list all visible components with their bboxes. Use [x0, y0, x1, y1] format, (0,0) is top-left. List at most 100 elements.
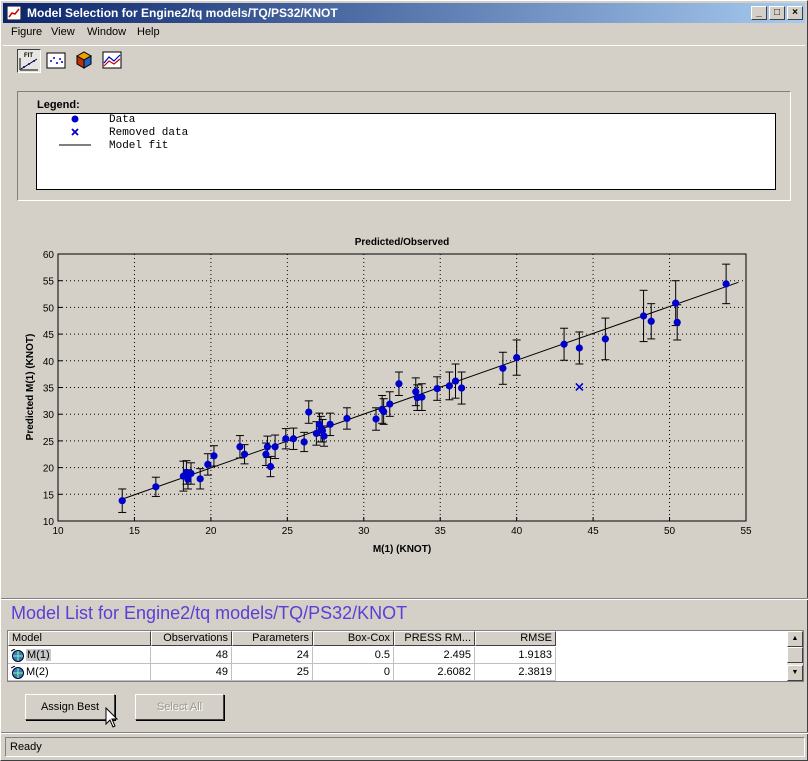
- column-header-press-rmse[interactable]: PRESS RM...: [394, 631, 475, 646]
- fit-tool-button[interactable]: FIT: [17, 49, 41, 73]
- maximize-button[interactable]: □: [769, 6, 785, 20]
- model-name: M(2): [26, 666, 49, 678]
- data-point: [210, 452, 218, 460]
- press-rmse-cell: 2.495: [394, 647, 475, 664]
- x-tick-label: 55: [740, 526, 752, 537]
- model-table: Model Observations Parameters Box-Cox PR…: [7, 630, 804, 682]
- data-point: [672, 299, 680, 307]
- cube-tool-button[interactable]: [73, 49, 97, 73]
- scroll-thumb[interactable]: [787, 647, 803, 663]
- y-tick-label: 15: [43, 490, 55, 501]
- x-tick-label: 20: [205, 526, 217, 537]
- data-point: [289, 435, 298, 443]
- data-point: [722, 280, 730, 288]
- data-point: [263, 443, 272, 451]
- cross-section-tool-button[interactable]: [101, 49, 125, 73]
- legend-label: Data: [109, 114, 136, 126]
- data-point: [458, 384, 466, 392]
- divider: [1, 598, 808, 600]
- observations-cell: 48: [151, 647, 232, 664]
- x-axis-label: M(1) (KNOT): [373, 544, 431, 555]
- chart-title: Predicted/Observed: [355, 237, 449, 248]
- y-tick-label: 45: [43, 330, 55, 341]
- y-tick-label: 55: [43, 277, 55, 288]
- status-bar: Ready: [5, 737, 805, 757]
- data-point: [647, 317, 655, 325]
- data-point: [499, 364, 507, 372]
- scroll-up-button[interactable]: ▲: [787, 631, 803, 647]
- model-cell[interactable]: M(2): [8, 664, 151, 681]
- legend-box: Data Removed data Model fit: [36, 113, 776, 190]
- data-point: [305, 408, 313, 416]
- column-header-observations[interactable]: Observations: [151, 631, 232, 646]
- data-point: [282, 435, 290, 443]
- data-point: [271, 443, 279, 451]
- menu-figure[interactable]: Figure: [11, 26, 42, 38]
- application-window: Model Selection for Engine2/tq models/TQ…: [0, 0, 808, 761]
- data-point: [152, 483, 160, 491]
- x-tick-label: 50: [664, 526, 676, 537]
- select-all-button[interactable]: Select All: [135, 694, 224, 720]
- menu-help[interactable]: Help: [137, 26, 160, 38]
- rmse-cell: 1.9183: [475, 647, 556, 664]
- data-point: [418, 393, 426, 401]
- fit-tool-icon: FIT: [19, 53, 38, 71]
- y-tick-label: 40: [43, 357, 55, 368]
- data-point: [601, 335, 609, 343]
- data-point: [673, 318, 681, 326]
- status-text: Ready: [10, 741, 42, 753]
- rmse-cell: 2.3819: [475, 664, 556, 681]
- vertical-scrollbar[interactable]: ▲ ▼: [787, 631, 803, 681]
- scroll-down-button[interactable]: ▼: [787, 665, 803, 681]
- column-header-box-cox[interactable]: Box-Cox: [313, 631, 394, 646]
- x-tick-label: 40: [511, 526, 523, 537]
- data-point: [451, 377, 460, 385]
- assign-best-button[interactable]: Assign Best: [25, 694, 115, 720]
- data-point: [395, 380, 403, 388]
- close-button[interactable]: ×: [787, 6, 803, 20]
- data-point: [320, 432, 328, 440]
- y-tick-label: 35: [43, 384, 55, 395]
- window-title: Model Selection for Engine2/tq models/TQ…: [27, 6, 338, 20]
- menu-window[interactable]: Window: [87, 26, 126, 38]
- legend-item-removed: Removed data: [57, 127, 357, 140]
- legend-label: Removed data: [109, 127, 189, 139]
- y-tick-label: 60: [43, 250, 55, 261]
- parameters-cell: 25: [232, 664, 313, 681]
- residuals-tool-icon: [46, 52, 66, 69]
- title-bar[interactable]: Model Selection for Engine2/tq models/TQ…: [3, 3, 805, 23]
- observations-cell: 49: [151, 664, 232, 681]
- close-icon: ×: [792, 7, 798, 18]
- column-header-model[interactable]: Model: [8, 631, 151, 646]
- column-header-rmse[interactable]: RMSE: [475, 631, 556, 646]
- minimize-icon: _: [756, 7, 762, 18]
- data-point: [386, 400, 394, 408]
- toolbar: FIT: [3, 45, 805, 75]
- x-tick-label: 25: [282, 526, 294, 537]
- x-tick-label: 35: [435, 526, 447, 537]
- data-point: [204, 460, 212, 468]
- data-point: [343, 414, 351, 423]
- legend-item-fit: Model fit: [57, 140, 357, 153]
- x-tick-label: 45: [588, 526, 600, 537]
- model-cell[interactable]: M(1): [8, 647, 151, 664]
- divider: [1, 732, 808, 734]
- menu-view[interactable]: View: [51, 26, 75, 38]
- box-cox-cell: 0: [313, 664, 394, 681]
- data-point: [187, 469, 195, 478]
- y-axis-label: Predicted M(1) (KNOT): [25, 334, 36, 441]
- legend-item-data: Data: [57, 114, 357, 127]
- removed-marker-icon: [71, 128, 79, 136]
- legend-label: Model fit: [109, 140, 169, 152]
- y-tick-label: 25: [43, 437, 55, 448]
- column-header-parameters[interactable]: Parameters: [232, 631, 313, 646]
- residuals-tool-button[interactable]: [45, 49, 69, 73]
- app-icon: [7, 6, 21, 20]
- minimize-button[interactable]: _: [751, 6, 767, 20]
- data-point: [445, 382, 453, 390]
- data-point: [118, 497, 126, 505]
- y-tick-label: 10: [43, 517, 55, 528]
- data-point: [433, 384, 441, 393]
- data-point: [639, 312, 648, 320]
- data-point: [372, 415, 380, 423]
